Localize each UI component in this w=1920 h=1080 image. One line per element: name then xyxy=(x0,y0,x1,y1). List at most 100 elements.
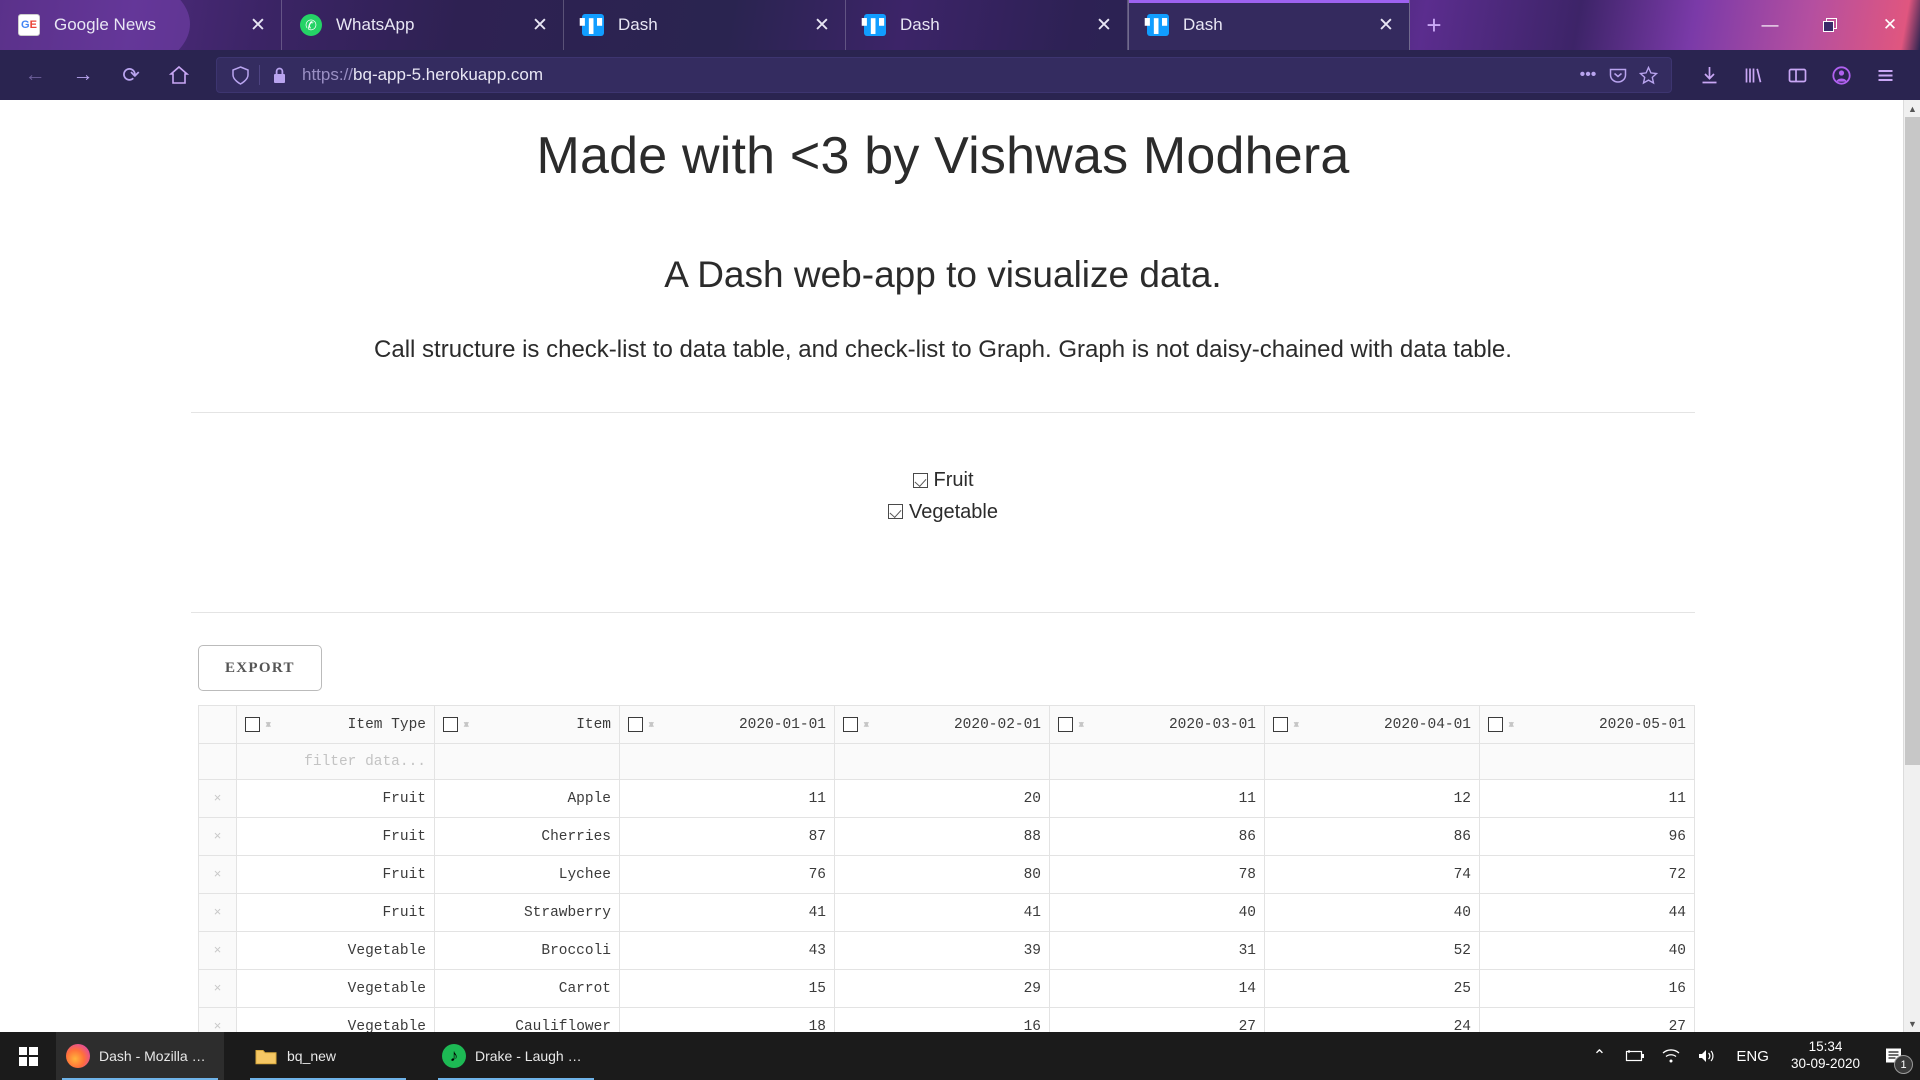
filter-input-2020-03-01[interactable] xyxy=(1049,743,1265,780)
delete-row-button[interactable]: × xyxy=(198,1007,237,1032)
cell-2020-04-01[interactable]: 86 xyxy=(1264,817,1480,856)
start-button[interactable] xyxy=(0,1032,56,1080)
pocket-icon[interactable] xyxy=(1603,60,1633,90)
delete-row-button[interactable]: × xyxy=(198,779,237,818)
restore-button[interactable] xyxy=(1800,0,1860,50)
cell-2020-02-01[interactable]: 20 xyxy=(834,779,1050,818)
sidebar-icon[interactable] xyxy=(1776,57,1818,93)
filter-input-2020-05-01[interactable] xyxy=(1479,743,1695,780)
scroll-down-icon[interactable]: ▼ xyxy=(1904,1015,1920,1032)
checklist-option-fruit[interactable]: Fruit xyxy=(0,465,1886,497)
table-header-cell[interactable]: ▲ ▼ Item Type xyxy=(236,705,435,744)
downloads-icon[interactable] xyxy=(1688,57,1730,93)
cell-2020-01-01[interactable]: 18 xyxy=(619,1007,835,1032)
account-icon[interactable] xyxy=(1820,57,1862,93)
checkbox-fruit[interactable] xyxy=(912,472,928,488)
cell-2020-02-01[interactable]: 29 xyxy=(834,969,1050,1008)
new-tab-button[interactable]: + xyxy=(1410,0,1458,50)
checklist-option-vegetable[interactable]: Vegetable xyxy=(0,497,1886,529)
column-select-checkbox[interactable] xyxy=(1058,717,1073,732)
taskbar-item-explorer[interactable]: bq_new xyxy=(244,1032,412,1080)
cell-2020-05-01[interactable]: 16 xyxy=(1479,969,1695,1008)
cell-item[interactable]: Broccoli xyxy=(434,931,620,970)
filter-input-2020-02-01[interactable] xyxy=(834,743,1050,780)
forward-button[interactable]: → xyxy=(62,57,104,93)
tab-close-icon[interactable]: ✕ xyxy=(1091,12,1117,38)
tab-close-icon[interactable]: ✕ xyxy=(809,12,835,38)
cell-2020-03-01[interactable]: 78 xyxy=(1049,855,1265,894)
cell-item-type[interactable]: Fruit xyxy=(236,779,435,818)
cell-2020-04-01[interactable]: 12 xyxy=(1264,779,1480,818)
cell-2020-05-01[interactable]: 40 xyxy=(1479,931,1695,970)
volume-icon[interactable] xyxy=(1690,1032,1724,1080)
cell-2020-04-01[interactable]: 40 xyxy=(1264,893,1480,932)
delete-row-button[interactable]: × xyxy=(198,931,237,970)
cell-2020-05-01[interactable]: 27 xyxy=(1479,1007,1695,1032)
page-scrollbar[interactable]: ▲ ▼ xyxy=(1903,100,1920,1032)
column-select-checkbox[interactable] xyxy=(843,717,858,732)
tab-close-icon[interactable]: ✕ xyxy=(527,12,553,38)
star-icon[interactable] xyxy=(1633,60,1663,90)
column-select-checkbox[interactable] xyxy=(443,717,458,732)
checkbox-vegetable[interactable] xyxy=(888,504,903,519)
cell-2020-01-01[interactable]: 11 xyxy=(619,779,835,818)
cell-item[interactable]: Cherries xyxy=(434,817,620,856)
browser-tab-dash-3-active[interactable]: ▘▌▘ Dash ✕ xyxy=(1128,0,1410,50)
cell-item-type[interactable]: Fruit xyxy=(236,893,435,932)
cell-2020-03-01[interactable]: 40 xyxy=(1049,893,1265,932)
cell-2020-01-01[interactable]: 76 xyxy=(619,855,835,894)
language-indicator[interactable]: ENG xyxy=(1726,1048,1779,1065)
cell-2020-01-01[interactable]: 41 xyxy=(619,893,835,932)
column-select-checkbox[interactable] xyxy=(1488,717,1503,732)
cell-item-type[interactable]: Vegetable xyxy=(236,1007,435,1032)
cell-item[interactable]: Carrot xyxy=(434,969,620,1008)
cell-2020-05-01[interactable]: 96 xyxy=(1479,817,1695,856)
cell-2020-01-01[interactable]: 43 xyxy=(619,931,835,970)
home-button[interactable] xyxy=(158,57,200,93)
cell-2020-05-01[interactable]: 44 xyxy=(1479,893,1695,932)
cell-2020-03-01[interactable]: 11 xyxy=(1049,779,1265,818)
browser-tab-google-news[interactable]: GE Google News ✕ xyxy=(0,0,282,50)
cell-2020-03-01[interactable]: 31 xyxy=(1049,931,1265,970)
cell-2020-04-01[interactable]: 74 xyxy=(1264,855,1480,894)
close-button[interactable]: ✕ xyxy=(1860,0,1920,50)
cell-2020-02-01[interactable]: 88 xyxy=(834,817,1050,856)
delete-row-button[interactable]: × xyxy=(198,969,237,1008)
cell-item[interactable]: Lychee xyxy=(434,855,620,894)
browser-tab-whatsapp[interactable]: ✆ WhatsApp ✕ xyxy=(282,0,564,50)
cell-2020-03-01[interactable]: 86 xyxy=(1049,817,1265,856)
tray-overflow-icon[interactable]: ⌃ xyxy=(1582,1032,1616,1080)
delete-row-button[interactable]: × xyxy=(198,817,237,856)
filter-input-item-type[interactable]: filter data... xyxy=(236,743,435,780)
cell-2020-01-01[interactable]: 87 xyxy=(619,817,835,856)
filter-input-item[interactable] xyxy=(434,743,620,780)
column-select-checkbox[interactable] xyxy=(245,717,260,732)
cell-2020-04-01[interactable]: 52 xyxy=(1264,931,1480,970)
cell-2020-05-01[interactable]: 11 xyxy=(1479,779,1695,818)
cell-item-type[interactable]: Vegetable xyxy=(236,969,435,1008)
table-header-cell[interactable]: ▲ ▼ 2020-04-01 xyxy=(1264,705,1480,744)
cell-2020-02-01[interactable]: 39 xyxy=(834,931,1050,970)
cell-2020-03-01[interactable]: 14 xyxy=(1049,969,1265,1008)
minimize-button[interactable]: — xyxy=(1740,0,1800,50)
tab-close-icon[interactable]: ✕ xyxy=(1373,12,1399,38)
shield-icon[interactable] xyxy=(225,60,255,90)
column-select-checkbox[interactable] xyxy=(1273,717,1288,732)
export-button[interactable]: EXPORT xyxy=(198,645,322,691)
cell-2020-05-01[interactable]: 72 xyxy=(1479,855,1695,894)
url-text[interactable]: https://bq-app-5.herokuapp.com xyxy=(294,65,1573,85)
taskbar-item-firefox[interactable]: Dash - Mozilla Firef... xyxy=(56,1032,224,1080)
reload-button[interactable]: ⟳ xyxy=(110,57,152,93)
cell-item-type[interactable]: Fruit xyxy=(236,855,435,894)
cell-item[interactable]: Apple xyxy=(434,779,620,818)
filter-input-2020-01-01[interactable] xyxy=(619,743,835,780)
table-header-cell[interactable]: ▲ ▼ 2020-05-01 xyxy=(1479,705,1695,744)
lock-icon[interactable] xyxy=(264,60,294,90)
library-icon[interactable] xyxy=(1732,57,1774,93)
cell-2020-02-01[interactable]: 41 xyxy=(834,893,1050,932)
cell-2020-04-01[interactable]: 24 xyxy=(1264,1007,1480,1032)
table-header-cell[interactable]: ▲ ▼ 2020-03-01 xyxy=(1049,705,1265,744)
tab-close-icon[interactable]: ✕ xyxy=(245,12,271,38)
browser-tab-dash-1[interactable]: ▘▌▘ Dash ✕ xyxy=(564,0,846,50)
cell-2020-03-01[interactable]: 27 xyxy=(1049,1007,1265,1032)
